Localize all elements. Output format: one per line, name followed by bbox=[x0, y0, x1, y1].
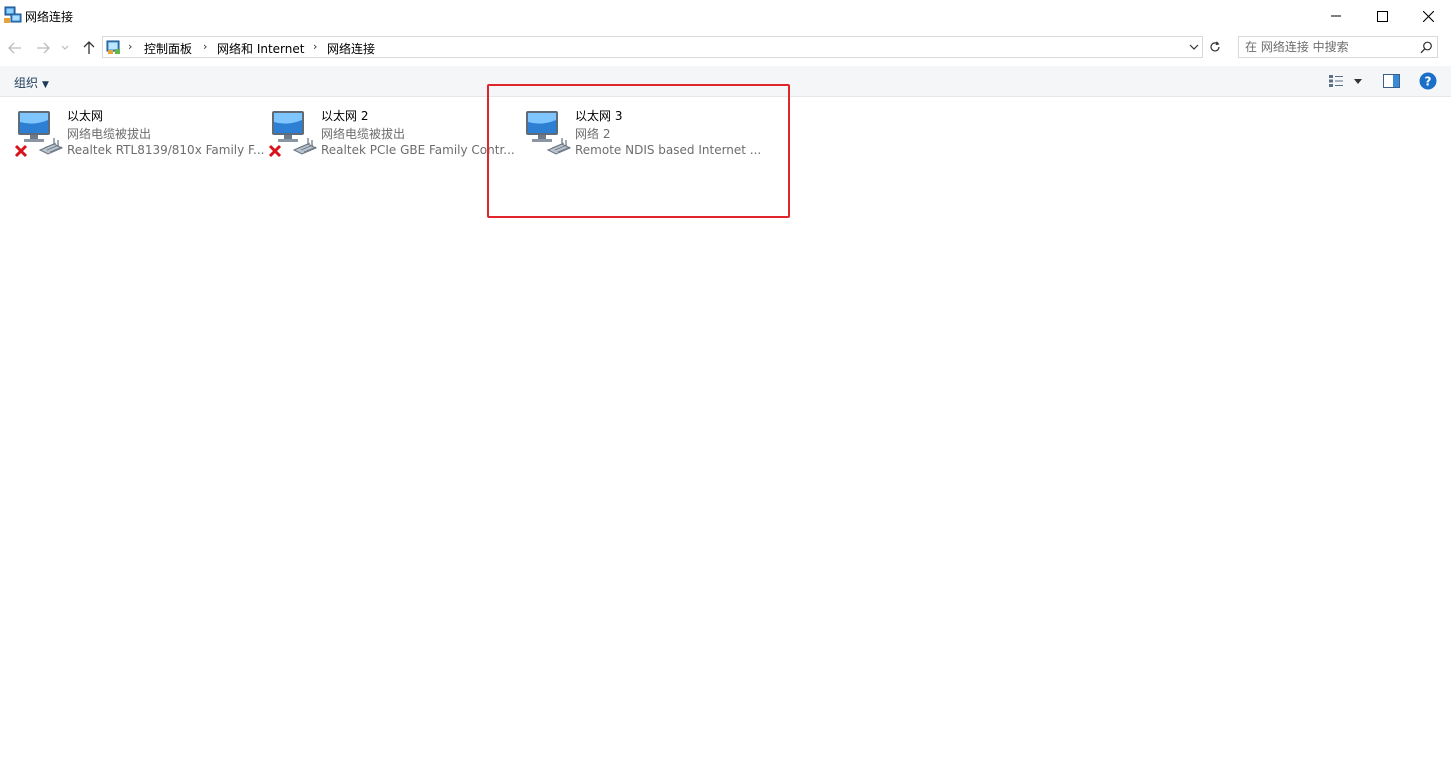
connection-device: Realtek PCIe GBE Family Contr... bbox=[321, 143, 515, 157]
minimize-button[interactable] bbox=[1313, 0, 1359, 32]
search-icon[interactable] bbox=[1420, 41, 1433, 54]
forward-button[interactable] bbox=[35, 40, 51, 56]
help-icon[interactable]: ? bbox=[1419, 72, 1437, 90]
up-button[interactable] bbox=[81, 40, 97, 56]
search-input[interactable] bbox=[1245, 39, 1415, 55]
title-bar: 网络连接 bbox=[0, 0, 1451, 32]
back-button[interactable] bbox=[7, 40, 23, 56]
breadcrumb-control-panel[interactable]: 控制面板 bbox=[144, 40, 192, 57]
control-panel-icon bbox=[106, 40, 120, 54]
address-bar[interactable]: › 控制面板 › 网络和 Internet › 网络连接 bbox=[102, 36, 1203, 58]
network-adapter-icon bbox=[268, 111, 318, 158]
view-options-dropdown-icon[interactable] bbox=[1354, 79, 1362, 84]
connection-name: 以太网 bbox=[67, 109, 104, 123]
network-adapter-icon bbox=[14, 111, 64, 158]
maximize-icon bbox=[1376, 10, 1388, 22]
organize-button[interactable]: 组织 ▼ bbox=[14, 74, 49, 91]
chevron-down-icon[interactable] bbox=[1189, 44, 1199, 51]
refresh-icon bbox=[1210, 41, 1220, 52]
chevron-down-icon bbox=[61, 45, 69, 50]
arrow-left-icon bbox=[8, 42, 21, 54]
connection-device: Realtek RTL8139/810x Family F... bbox=[67, 143, 265, 157]
recent-locations-button[interactable] bbox=[60, 40, 70, 56]
arrow-up-icon bbox=[83, 41, 95, 54]
breadcrumb-separator-icon: › bbox=[128, 40, 133, 53]
close-icon bbox=[1422, 10, 1434, 22]
breadcrumb-network-connections[interactable]: 网络连接 bbox=[327, 40, 375, 57]
breadcrumb-separator-icon: › bbox=[313, 40, 318, 53]
connection-status: 网络电缆被拔出 bbox=[67, 127, 152, 141]
minimize-icon bbox=[1331, 15, 1341, 17]
breadcrumb-separator-icon: › bbox=[203, 40, 208, 53]
maximize-button[interactable] bbox=[1359, 0, 1405, 32]
network-connections-icon bbox=[4, 6, 22, 23]
close-button[interactable] bbox=[1405, 0, 1451, 32]
dropdown-arrow-icon: ▼ bbox=[42, 80, 49, 90]
search-box[interactable] bbox=[1238, 36, 1438, 58]
organize-label: 组织 bbox=[14, 76, 39, 90]
breadcrumb-network-internet[interactable]: 网络和 Internet bbox=[217, 40, 304, 57]
arrow-right-icon bbox=[37, 42, 50, 54]
window-title: 网络连接 bbox=[25, 10, 74, 24]
connection-name: 以太网 2 bbox=[321, 109, 369, 123]
connection-item-ethernet-2[interactable]: 以太网 2 网络电缆被拔出 Realtek PCIe GBE Family Co… bbox=[258, 104, 515, 164]
change-view-icon[interactable] bbox=[1328, 74, 1344, 88]
connection-status: 网络电缆被拔出 bbox=[321, 127, 406, 141]
preview-pane-icon[interactable] bbox=[1383, 74, 1400, 88]
connection-item-ethernet[interactable]: 以太网 网络电缆被拔出 Realtek RTL8139/810x Family … bbox=[4, 104, 264, 164]
highlight-box bbox=[487, 84, 790, 218]
refresh-button[interactable] bbox=[1205, 36, 1225, 58]
svg-text:?: ? bbox=[1425, 75, 1432, 89]
